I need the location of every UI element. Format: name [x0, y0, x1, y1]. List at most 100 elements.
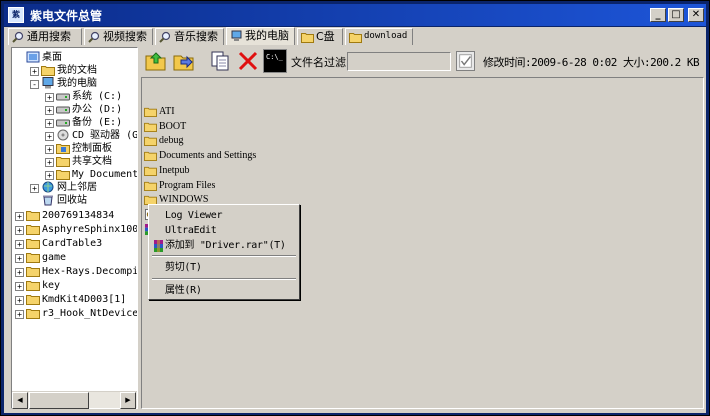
tree-node[interactable]: + 网上邻居: [12, 181, 137, 194]
expand-icon[interactable]: +: [15, 310, 24, 319]
folder-tree[interactable]: 桌面 + 我的文档 - 我的电脑 + 系统 (C:) + 办公 (D:) + 备份 (E:) + CD …: [12, 48, 137, 390]
app-icon[interactable]: 紫: [8, 7, 24, 23]
tree-node[interactable]: + 备份 (E:): [12, 116, 137, 129]
file-name: Program Files: [159, 179, 216, 191]
tree-node[interactable]: + CD 驱动器 (G:): [12, 129, 137, 142]
tree-node-label: 桌面: [42, 52, 62, 63]
tree-node[interactable]: + AsphyreSphinx100: [12, 223, 137, 236]
expand-icon[interactable]: +: [45, 93, 54, 102]
console-icon[interactable]: C:\_: [263, 49, 287, 73]
recycle-bin-icon: [43, 195, 53, 206]
folder-icon: [41, 66, 55, 76]
tab-label: C盘: [316, 30, 335, 43]
tab-video-search[interactable]: 视频搜索: [84, 28, 153, 45]
folder-tree-panel[interactable]: 桌面 + 我的文档 - 我的电脑 + 系统 (C:) + 办公 (D:) + 备份 (E:) + CD …: [11, 47, 138, 409]
tree-node[interactable]: 回收站: [12, 194, 137, 207]
tree-node[interactable]: +200769134834: [12, 209, 137, 222]
menu-item-ultraedit[interactable]: UltraEdit: [151, 223, 297, 239]
tab-music-search[interactable]: 音乐搜索: [155, 28, 224, 45]
tab-label: 通用搜索: [27, 30, 71, 43]
expand-icon[interactable]: +: [15, 268, 24, 277]
tab-c-drive[interactable]: C盘: [297, 28, 343, 45]
tree-node-label: 我的文档: [57, 65, 97, 76]
app-window: 紫 紫电文件总管 _ □ ✕ 通用搜索 视频搜索 音乐搜索 我的电脑 C盘 do…: [0, 0, 710, 416]
expand-icon[interactable]: +: [45, 106, 54, 115]
expand-icon[interactable]: +: [30, 67, 39, 76]
expand-icon[interactable]: +: [45, 145, 54, 154]
search-icon: [159, 31, 171, 43]
tree-node[interactable]: 桌面: [12, 51, 137, 64]
expand-icon[interactable]: +: [15, 254, 24, 263]
tree-node-label: Hex-Rays.Decompil: [42, 266, 137, 277]
menu-item-cut[interactable]: 剪切(T): [151, 260, 297, 276]
tree-node[interactable]: + 我的文档: [12, 64, 137, 77]
tab-general-search[interactable]: 通用搜索: [8, 28, 82, 45]
expand-icon[interactable]: +: [45, 119, 54, 128]
tab-label: 我的电脑: [245, 29, 289, 42]
file-name: debug: [159, 135, 184, 147]
tree-node-label: 办公 (D:): [72, 104, 123, 115]
expand-icon[interactable]: +: [15, 226, 24, 235]
tree-node[interactable]: + game: [12, 251, 137, 264]
folder-forward-icon[interactable]: [172, 49, 196, 73]
tree-node[interactable]: - 我的电脑: [12, 77, 137, 90]
window-title: 紫电文件总管: [30, 9, 103, 23]
folder-icon: [26, 295, 40, 305]
tree-node[interactable]: + KmdKit4D003[1]: [12, 293, 137, 306]
menu-item-label: UltraEdit: [165, 225, 217, 236]
tree-node[interactable]: + 共享文档: [12, 155, 137, 168]
folder-icon: [26, 281, 40, 291]
menu-item-properties[interactable]: 属性(R): [151, 283, 297, 299]
tree-node[interactable]: + 系统 (C:): [12, 90, 137, 103]
title-bar[interactable]: 紫 紫电文件总管 _ □ ✕: [4, 4, 706, 26]
client-area: 通用搜索 视频搜索 音乐搜索 我的电脑 C盘 download 桌面 + 我的文…: [4, 27, 706, 413]
tab-label: download: [364, 31, 408, 41]
folder-up-icon[interactable]: [144, 49, 168, 73]
checkmark-icon[interactable]: [456, 51, 475, 71]
scroll-left-button[interactable]: ◀: [12, 392, 28, 409]
expand-icon[interactable]: +: [15, 296, 24, 305]
expand-icon[interactable]: +: [15, 282, 24, 291]
copy-icon[interactable]: [208, 49, 232, 73]
expand-icon[interactable]: +: [30, 184, 39, 193]
tree-node-label: CD 驱动器 (G:): [72, 130, 137, 141]
tree-horizontal-scrollbar[interactable]: ◀ ▶: [12, 391, 137, 409]
file-name: Documents and Settings: [159, 150, 257, 162]
menu-item-add-to-archive[interactable]: 添加到 "Driver.rar"(T): [151, 238, 297, 254]
tree-node-label: CardTable3: [42, 238, 103, 249]
minimize-button[interactable]: _: [650, 8, 666, 22]
maximize-button[interactable]: □: [668, 8, 684, 22]
scroll-right-button[interactable]: ▶: [120, 392, 136, 409]
tree-node[interactable]: + 办公 (D:): [12, 103, 137, 116]
close-button[interactable]: ✕: [688, 8, 704, 22]
file-name: Inetpub: [159, 164, 190, 176]
tree-node-label: 回收站: [57, 195, 87, 206]
tree-node[interactable]: + 控制面板: [12, 142, 137, 155]
filter-input[interactable]: [347, 52, 451, 71]
folder-icon: [144, 181, 157, 191]
tree-node[interactable]: + My Documents: [12, 168, 137, 181]
tree-node[interactable]: + r3_Hook_NtDeviceI: [12, 307, 137, 320]
expand-icon[interactable]: +: [15, 240, 24, 249]
computer-icon: [231, 30, 242, 41]
delete-icon[interactable]: [236, 49, 260, 73]
collapse-icon[interactable]: -: [30, 80, 39, 89]
drive-icon: [56, 119, 70, 127]
folder-icon: [144, 137, 157, 147]
tab-download[interactable]: download: [345, 28, 413, 45]
tab-my-computer[interactable]: 我的电脑: [226, 27, 295, 45]
tab-label: 视频搜索: [103, 30, 147, 43]
scrollbar-thumb[interactable]: [29, 392, 89, 409]
drive-icon: [56, 93, 70, 101]
status-info: 修改时间:2009-6-28 0:02 大小:200.2 KB: [483, 56, 700, 69]
tree-node[interactable]: + key: [12, 279, 137, 292]
expand-icon[interactable]: +: [45, 132, 54, 141]
tree-node[interactable]: + Hex-Rays.Decompil: [12, 265, 137, 278]
expand-icon[interactable]: +: [15, 212, 24, 221]
folder-icon: [144, 151, 157, 162]
tree-node[interactable]: + CardTable3: [12, 237, 137, 250]
expand-icon[interactable]: +: [45, 171, 54, 180]
expand-icon[interactable]: +: [45, 158, 54, 167]
menu-item-log-viewer[interactable]: Log Viewer: [151, 208, 297, 224]
drive-icon: [56, 106, 70, 114]
